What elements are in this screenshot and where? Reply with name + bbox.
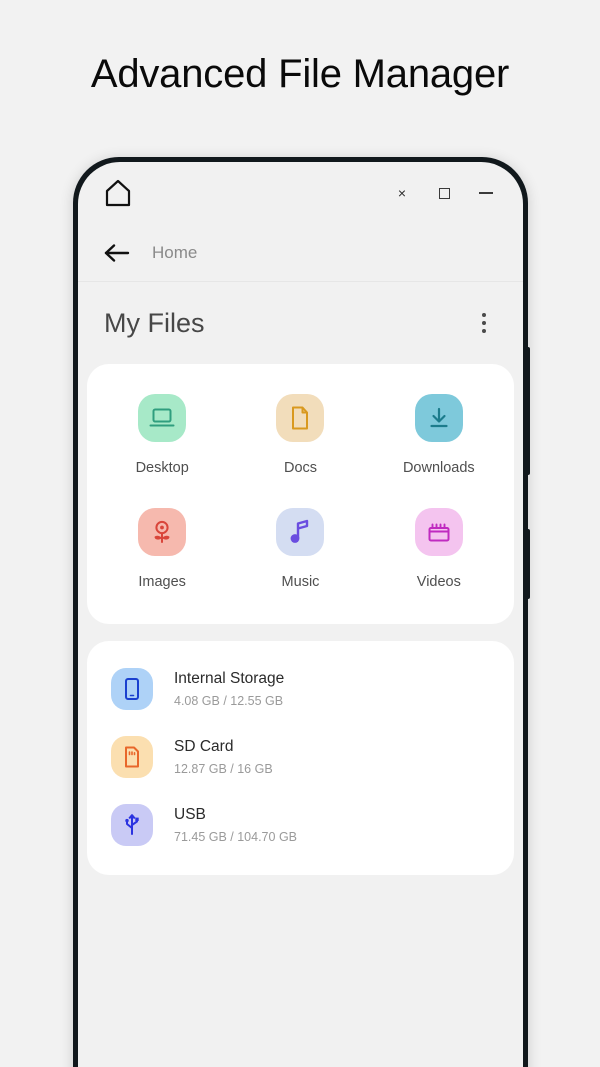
window-controls: × (393, 184, 495, 202)
breadcrumb: Home (78, 224, 523, 282)
section-header: My Files (78, 282, 523, 364)
page-title: Advanced File Manager (90, 52, 510, 96)
shortcuts-card: Desktop Docs Downloads Images Music Vide… (87, 364, 514, 624)
usb-icon (111, 804, 153, 846)
flower-icon (138, 508, 187, 556)
back-arrow-icon[interactable] (104, 243, 130, 263)
close-icon[interactable]: × (393, 184, 411, 202)
document-icon (276, 394, 325, 442)
storage-usage: 4.08 GB / 12.55 GB (174, 694, 284, 708)
shortcut-docs[interactable]: Docs (231, 394, 369, 476)
storage-usage: 12.87 GB / 16 GB (174, 762, 273, 776)
minimize-icon[interactable] (477, 184, 495, 202)
home-icon[interactable] (104, 178, 132, 208)
shortcut-label: Docs (283, 460, 318, 476)
shortcuts-grid: Desktop Docs Downloads Images Music Vide… (93, 394, 508, 590)
shortcut-videos[interactable]: Videos (370, 508, 508, 590)
laptop-icon (138, 394, 187, 442)
maximize-icon[interactable] (435, 184, 453, 202)
storage-name: SD Card (174, 738, 234, 755)
storage-item-usb[interactable]: USB 71.45 GB / 104.70 GB (87, 791, 514, 859)
storage-usage: 71.45 GB / 104.70 GB (174, 830, 297, 844)
shortcut-music[interactable]: Music (231, 508, 369, 590)
page-section-title: My Files (104, 307, 205, 338)
shortcut-desktop[interactable]: Desktop (93, 394, 231, 476)
storage-item-internal[interactable]: Internal Storage 4.08 GB / 12.55 GB (87, 655, 514, 723)
breadcrumb-label[interactable]: Home (152, 243, 197, 263)
music-note-icon (276, 508, 325, 556)
shortcut-downloads[interactable]: Downloads (370, 394, 508, 476)
shortcut-label: Music (281, 574, 320, 590)
app-titlebar: × (78, 162, 523, 224)
phone-side-button-volume[interactable] (526, 347, 530, 475)
more-vertical-icon[interactable] (473, 310, 495, 336)
phone-icon (111, 668, 153, 710)
storage-item-sdcard[interactable]: SD Card 12.87 GB / 16 GB (87, 723, 514, 791)
sd-card-icon (111, 736, 153, 778)
storage-name: Internal Storage (174, 670, 285, 687)
shortcut-label: Videos (416, 574, 461, 590)
storage-name: USB (174, 806, 206, 823)
phone-frame: × Home My Files Desktop Docs Downloads I… (73, 157, 530, 1067)
phone-screen: × Home My Files Desktop Docs Downloads I… (78, 162, 523, 1067)
phone-side-button-power[interactable] (526, 529, 530, 599)
film-clap-icon (414, 508, 463, 556)
storage-card: Internal Storage 4.08 GB / 12.55 GB SD C… (87, 641, 514, 875)
shortcut-label: Desktop (135, 460, 189, 476)
download-icon (414, 394, 463, 442)
shortcut-label: Images (138, 574, 186, 590)
shortcut-images[interactable]: Images (93, 508, 231, 590)
shortcut-label: Downloads (402, 460, 475, 476)
